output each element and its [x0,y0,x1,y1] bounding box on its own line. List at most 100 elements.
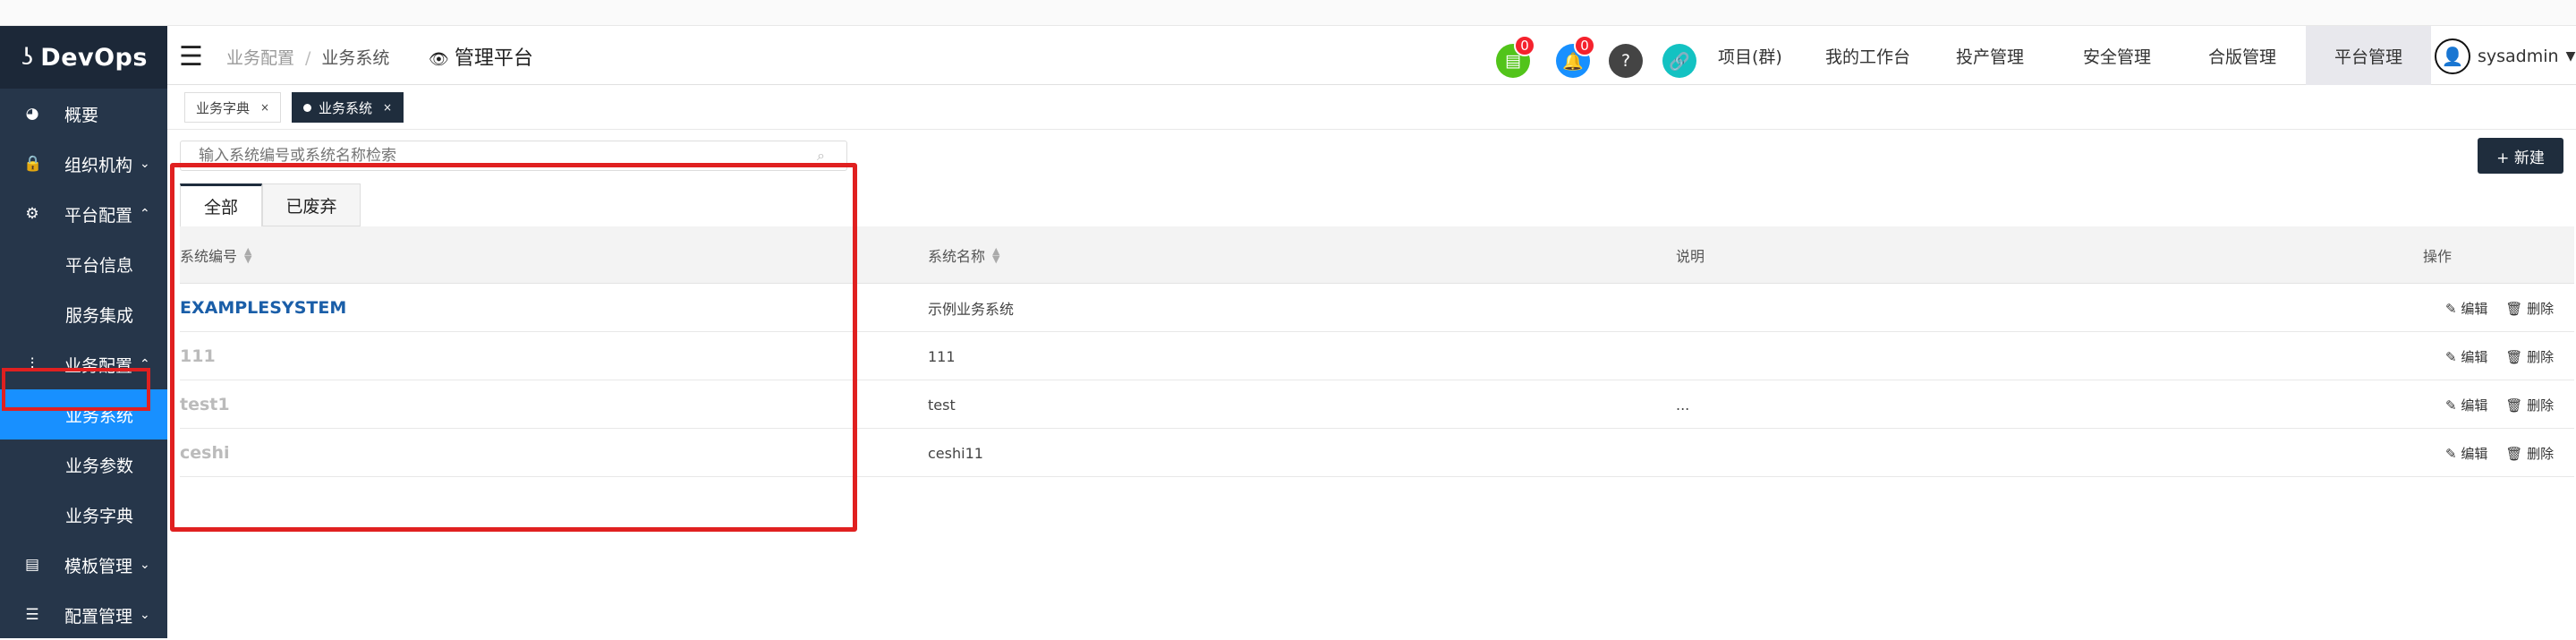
system-code: ceshi [180,443,230,463]
sidebar-item[interactable]: ◕ 概要 [0,89,167,139]
column-header-name[interactable]: 系统名称 ▲ ▼ [928,226,999,284]
new-button[interactable]: + 新建 [2478,138,2563,174]
edit-icon: ✎ [2445,397,2461,414]
sidebar-item[interactable]: ☰ 配置管理 ⌄ [0,590,167,640]
column-label: 系统名称 [928,248,986,265]
sidebar-item-label: 业务参数 [65,456,134,476]
edit-button[interactable]: ✎ 编辑 [2445,299,2487,318]
edit-icon: ✎ [2445,445,2461,462]
trash-icon: 🗑 [2505,300,2528,317]
system-code[interactable]: EXAMPLESYSTEM [180,284,346,332]
search-input[interactable] [180,141,847,171]
view-tab-business-system[interactable]: 业务系统 × [292,92,404,123]
filter-tab-all[interactable]: 全部 [180,183,262,226]
platform-switcher[interactable]: 👁 管理平台 [429,42,533,71]
help-icon[interactable]: ? [1609,44,1643,78]
edit-button[interactable]: ✎ 编辑 [2445,347,2487,366]
column-header-desc: 说明 [1676,248,1705,265]
sidebar-subitem[interactable]: 业务字典 [0,490,167,540]
header-nav-item[interactable]: 平台管理 [2306,26,2432,85]
sliders-icon: ⫶ [30,355,35,373]
trash-icon: 🗑 [2505,348,2528,365]
devops-logo-icon: ʖ [21,44,34,71]
view-tab-dictionary[interactable]: 业务字典 × [184,92,282,123]
close-icon[interactable]: × [383,101,392,114]
username: sysadmin [2478,47,2559,66]
header-nav-item[interactable]: 投产管理 [1943,26,2036,85]
edit-label: 编辑 [2461,445,2488,462]
chevron-icon: ⌄ [140,608,150,622]
menu-toggle-icon[interactable]: ☰ [179,41,203,73]
sort-icon[interactable]: ▲ ▼ [244,246,251,264]
edit-label: 编辑 [2461,397,2488,414]
sidebar-subitem[interactable]: 业务系统 [0,389,167,439]
column-header-ops: 操作 [2423,248,2453,265]
eye-icon: 👁 [429,50,449,69]
app-logo[interactable]: ʖ DevOps [0,26,167,89]
delete-button[interactable]: 🗑 删除 [2505,299,2554,318]
column-label: 系统编号 [180,248,238,265]
system-code: test1 [180,395,230,414]
avatar-icon: 👤 [2435,38,2470,74]
row-actions: ✎ 编辑 🗑 删除 [2445,332,2554,380]
header-nav-item[interactable]: 我的工作台 [1813,26,1923,85]
user-menu[interactable]: 👤 sysadmin ▼ [2435,38,2575,74]
chevron-icon: ⌄ [140,157,150,171]
delete-label: 删除 [2527,445,2555,462]
header-nav-item[interactable]: 合版管理 [2196,26,2289,85]
database-icon: ☰ [25,606,39,624]
icon-glyph: 🔗 [1669,51,1690,72]
icon-glyph: ? [1620,51,1631,71]
system-code: 111 [180,346,216,366]
sidebar-subitem[interactable]: 平台信息 [0,239,167,289]
view-tab-label: 业务字典 [196,99,251,116]
sidebar-item[interactable]: ⫶ 业务配置 ⌃ [0,339,167,389]
breadcrumb-item-business-config[interactable]: 业务配置 [226,48,294,68]
template-icon: ▤ [24,556,40,574]
breadcrumb-separator: / [305,48,311,68]
notification-badge: 0 [1574,35,1595,56]
system-desc: ... [1676,396,1690,414]
chevron-icon: ⌃ [140,357,150,371]
sidebar-nav: ◕ 概要 🔒 组织机构 ⌄ ⚙ 平台配置 ⌃ 平台信息服务集成 ⫶ 业务配置 ⌃ 业务系统业务参数业务字… [0,89,167,640]
platform-label: 管理平台 [454,47,533,70]
sidebar-item[interactable]: 🔒 组织机构 ⌄ [0,139,167,189]
filter-tab-deprecated[interactable]: 已废弃 [262,183,361,226]
row-actions: ✎ 编辑 🗑 删除 [2445,429,2554,477]
view-tab-label: 业务系统 [319,99,373,116]
edit-button[interactable]: ✎ 编辑 [2445,396,2487,414]
sidebar-item[interactable]: ▤ 模板管理 ⌄ [0,540,167,590]
sidebar-item-label: 概要 [64,105,99,125]
sidebar-item-label: 业务字典 [65,506,134,526]
edit-button[interactable]: ✎ 编辑 [2445,444,2487,463]
sort-icon[interactable]: ▲ ▼ [992,246,999,264]
breadcrumb-item-business-system: 业务系统 [321,48,390,68]
column-header-code[interactable]: 系统编号 ▲ ▼ [180,226,914,284]
sidebar-item[interactable]: ⚙ 平台配置 ⌃ [0,189,167,239]
sidebar-item-label: 服务集成 [65,305,134,326]
bell-icon[interactable]: 🔔 0 [1556,35,1595,78]
header-nav-item[interactable]: 项目(群) [1705,26,1795,85]
table-row: test1 test... ✎ 编辑 🗑 删除 [180,380,2574,429]
app-name: DevOps [40,43,148,72]
sidebar-item-label: 业务系统 [65,405,134,426]
edit-label: 编辑 [2461,300,2488,317]
row-actions: ✎ 编辑 🗑 删除 [2445,284,2554,332]
main-content: ⌕ + 新建 全部 已废弃 系统编号 ▲▼ 系统名称 ▲▼ 说明 操作 EXAM… [167,130,2576,638]
header-nav-item[interactable]: 安全管理 [2070,26,2164,85]
system-name: 示例业务系统 [928,301,1015,318]
table-row: ceshi ceshi11 ✎ 编辑 🗑 删除 [180,429,2574,477]
search-icon[interactable]: ⌕ [817,147,825,165]
link-icon[interactable]: 🔗 [1662,44,1696,78]
delete-button[interactable]: 🗑 删除 [2505,444,2554,463]
sidebar-subitem[interactable]: 服务集成 [0,289,167,339]
sidebar-item-label: 模板管理 [64,556,133,576]
delete-button[interactable]: 🗑 删除 [2505,396,2554,414]
trash-icon: 🗑 [2505,397,2528,414]
close-icon[interactable]: × [260,101,269,114]
delete-button[interactable]: 🗑 删除 [2505,347,2554,366]
sidebar-item-label: 配置管理 [64,606,133,627]
task-icon[interactable]: ▤ 0 [1496,35,1535,78]
sidebar-subitem[interactable]: 业务参数 [0,439,167,490]
edit-icon: ✎ [2445,300,2461,317]
